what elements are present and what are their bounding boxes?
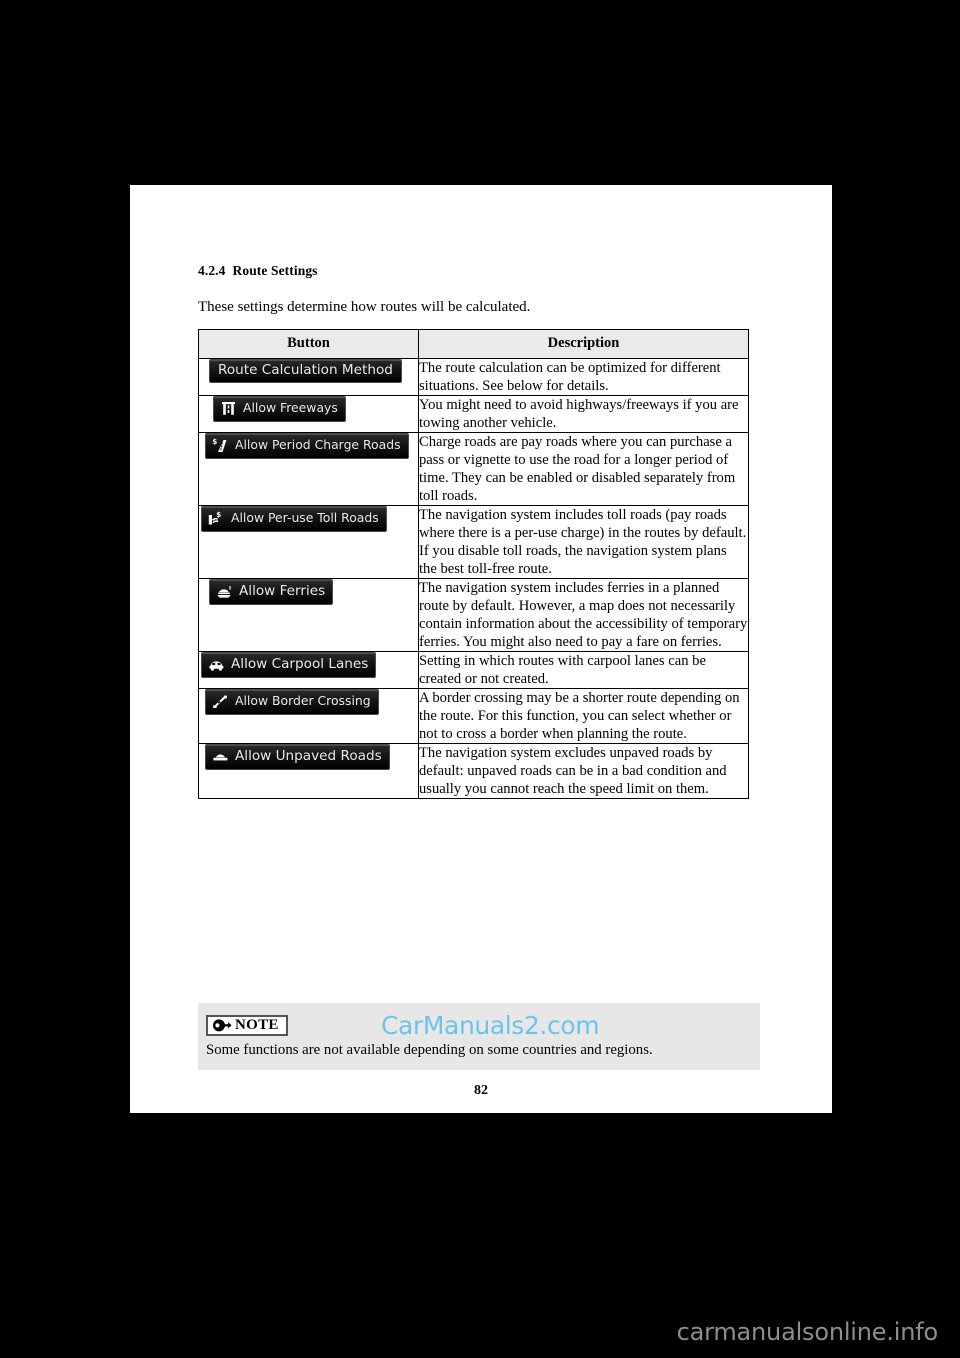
description-cell: The navigation system includes toll road… xyxy=(418,504,749,579)
period-charge-road-icon: $ xyxy=(212,438,229,453)
note-pointer-icon xyxy=(212,1018,232,1033)
svg-text:$: $ xyxy=(216,511,221,519)
border-crossing-icon xyxy=(212,694,229,709)
button-cell: $ Allow Period Charge Roads xyxy=(198,431,419,506)
allow-ferries-button[interactable]: Allow Ferries xyxy=(209,578,334,605)
table-row: Allow Border Crossing A border crossing … xyxy=(198,688,749,745)
description-text: Setting in which routes with carpool lan… xyxy=(419,653,706,688)
button-label: Allow Border Crossing xyxy=(235,693,371,709)
document-page: 4.2.4 Route Settings These settings deter… xyxy=(130,185,832,1113)
button-label: Allow Ferries xyxy=(239,582,326,599)
description-text: A border crossing may be a shorter route… xyxy=(419,690,740,743)
allow-carpool-lanes-button[interactable]: Allow Carpool Lanes xyxy=(201,652,377,678)
note-badge: NOTE xyxy=(206,1014,288,1036)
section-number: 4.2.4 xyxy=(198,263,226,278)
description-cell: The navigation system includes ferries i… xyxy=(418,577,749,653)
page-title: 4.2.4 Route Settings xyxy=(198,263,760,279)
allow-border-crossing-button[interactable]: Allow Border Crossing xyxy=(205,689,379,716)
description-text: The navigation system includes toll road… xyxy=(419,506,747,577)
note-label: NOTE xyxy=(235,1016,279,1033)
table-row: Route Calculation Method The route calcu… xyxy=(198,357,749,396)
description-text: Charge roads are pay roads where you can… xyxy=(419,433,736,504)
button-cell: Allow Carpool Lanes xyxy=(198,650,419,690)
ferry-icon xyxy=(216,584,233,599)
section-title: Route Settings xyxy=(232,263,318,278)
note-callout: NOTE CarManuals2.com Some functions are … xyxy=(198,1003,760,1070)
intro-paragraph: These settings determine how routes will… xyxy=(198,299,531,315)
table-row: Allow Freeways You might need to avoid h… xyxy=(198,394,749,433)
toll-booth-icon: $ xyxy=(208,511,225,526)
unpaved-road-icon xyxy=(212,749,229,764)
note-text: Some functions are not available dependi… xyxy=(206,1042,653,1058)
allow-period-charge-roads-button[interactable]: $ Allow Period Charge Roads xyxy=(205,432,409,459)
allow-unpaved-roads-button[interactable]: Allow Unpaved Roads xyxy=(205,744,390,771)
description-cell: You might need to avoid highways/freeway… xyxy=(418,394,749,433)
description-cell: Charge roads are pay roads where you can… xyxy=(418,431,749,506)
button-label: Allow Carpool Lanes xyxy=(231,655,369,672)
button-cell: $ Allow Per-use Toll Roads xyxy=(198,504,419,579)
description-text: The route calculation can be optimized f… xyxy=(419,359,721,394)
table-row: $ Allow Per-use Toll Roads The navigatio… xyxy=(198,504,749,579)
table-header-row: Button Description xyxy=(198,328,749,359)
description-cell: A border crossing may be a shorter route… xyxy=(418,688,749,745)
svg-text:$: $ xyxy=(212,438,217,446)
column-header-description: Description xyxy=(418,328,749,359)
description-text: The navigation system excludes unpaved r… xyxy=(419,745,727,798)
button-label: Allow Freeways xyxy=(243,400,338,416)
note-header-row: NOTE CarManuals2.com xyxy=(206,1011,752,1040)
button-cell: Route Calculation Method xyxy=(198,357,419,396)
page-number: 82 xyxy=(474,1083,488,1098)
description-text: You might need to avoid highways/freeway… xyxy=(419,396,739,431)
button-label: Route Calculation Method xyxy=(218,361,393,378)
table-row: $ Allow Period Charge Roads Charge roads… xyxy=(198,431,749,506)
description-text: The navigation system includes ferries i… xyxy=(419,579,748,650)
button-label: Allow Period Charge Roads xyxy=(235,437,401,453)
route-settings-table: Button Description Route Calculation Met… xyxy=(198,328,749,800)
description-cell: Setting in which routes with carpool lan… xyxy=(418,650,749,690)
button-label: Allow Per-use Toll Roads xyxy=(231,510,379,526)
table-row: Allow Ferries The navigation system incl… xyxy=(198,577,749,653)
carmanuals-watermark: CarManuals2.com xyxy=(381,1011,600,1040)
table-row: Allow Carpool Lanes Setting in which rou… xyxy=(198,650,749,690)
allow-per-use-toll-roads-button[interactable]: $ Allow Per-use Toll Roads xyxy=(201,505,387,532)
description-cell: The route calculation can be optimized f… xyxy=(418,357,749,396)
carpool-car-icon xyxy=(208,657,225,672)
button-cell: Allow Border Crossing xyxy=(198,688,419,745)
freeway-icon xyxy=(220,401,237,416)
button-cell: Allow Freeways xyxy=(198,394,419,433)
button-cell: Allow Unpaved Roads xyxy=(198,743,419,800)
button-label: Allow Unpaved Roads xyxy=(235,747,382,764)
button-cell: Allow Ferries xyxy=(198,577,419,653)
allow-freeways-button[interactable]: Allow Freeways xyxy=(213,395,346,422)
description-cell: The navigation system excludes unpaved r… xyxy=(418,743,749,800)
route-calculation-method-button[interactable]: Route Calculation Method xyxy=(209,358,402,384)
site-watermark: carmanualsonline.info xyxy=(676,1318,939,1346)
column-header-button: Button xyxy=(198,328,419,359)
table-row: Allow Unpaved Roads The navigation syste… xyxy=(198,743,749,800)
page-content: 4.2.4 Route Settings These settings deter… xyxy=(198,263,760,800)
